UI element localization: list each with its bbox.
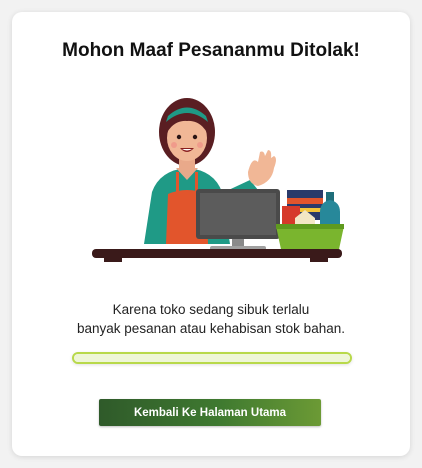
message-line-1: Karena toko sedang sibuk terlalu — [112, 301, 310, 317]
progress-bar-fill — [74, 354, 350, 362]
message-line-2: banyak pesanan atau kehabisan stok bahan… — [77, 320, 345, 336]
dialog-title: Mohon Maaf Pesananmu Ditolak! — [62, 40, 360, 61]
dialog-message: Karena toko sedang sibuk terlalu banyak … — [12, 300, 410, 338]
progress-bar — [72, 352, 352, 364]
rejection-dialog: Mohon Maaf Pesananmu Ditolak! Karena tok… — [12, 12, 410, 456]
back-to-home-button[interactable]: Kembali Ke Halaman Utama — [99, 399, 321, 426]
shopkeeper-waving-illustration — [92, 98, 344, 262]
